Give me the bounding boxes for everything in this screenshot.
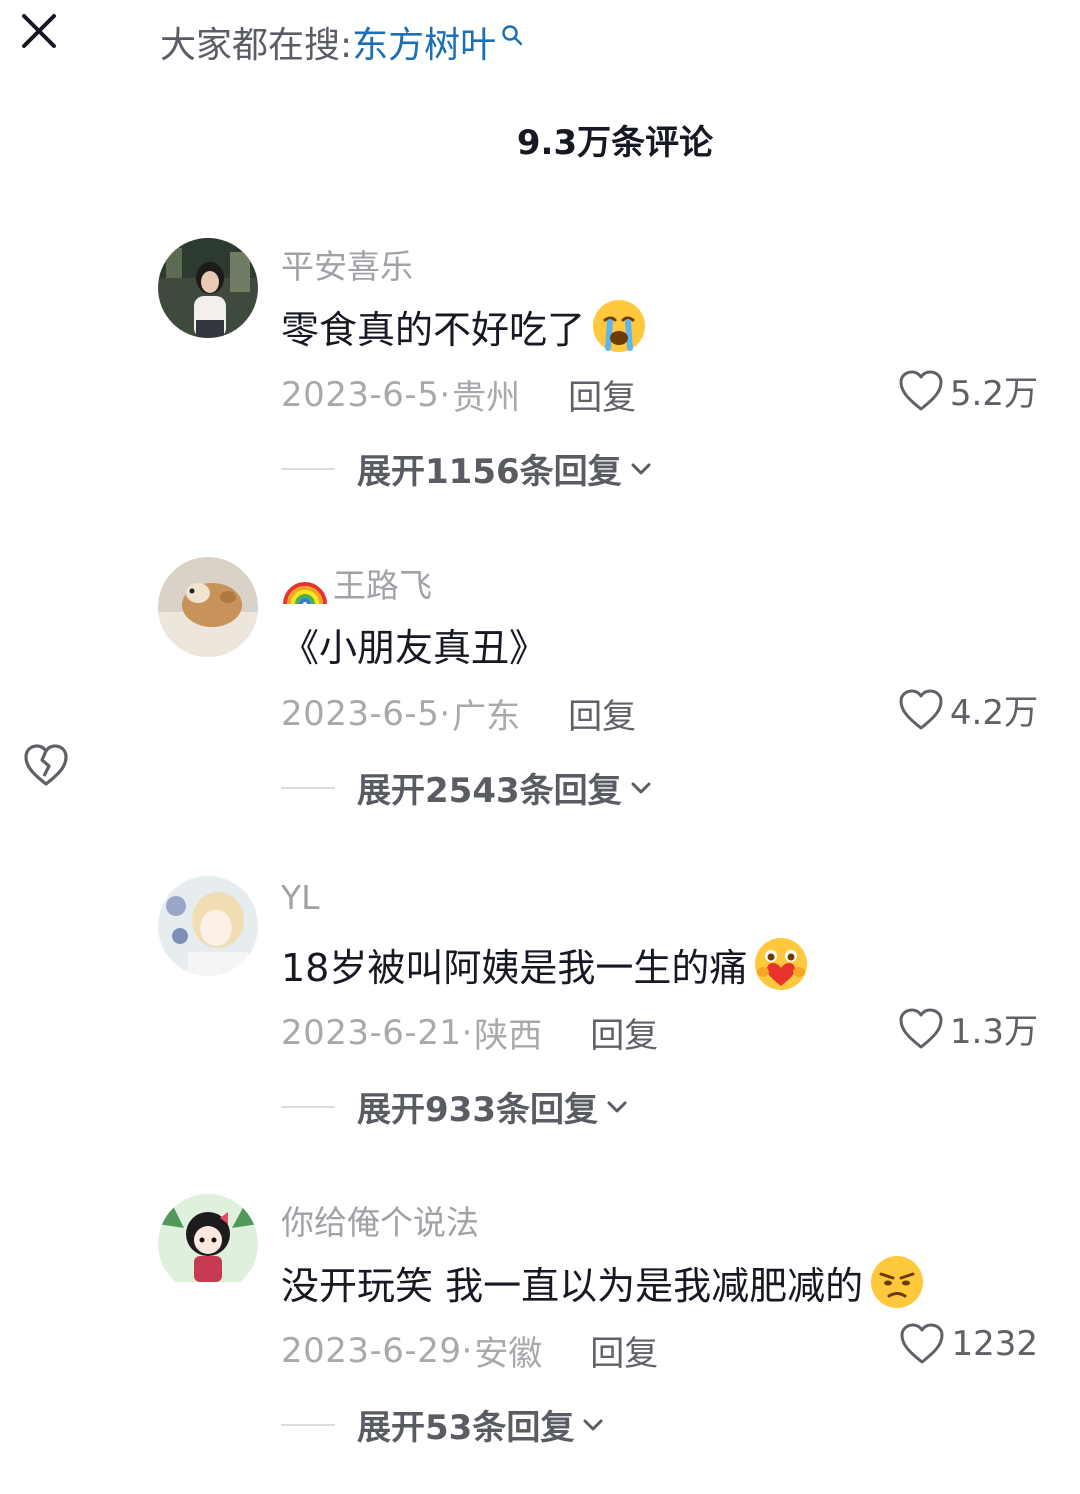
expand-replies-button[interactable]: 展开2543条回复	[281, 763, 654, 812]
search-suggestion-term[interactable]: 东方树叶	[352, 16, 496, 68]
close-button[interactable]	[18, 10, 62, 54]
heart-hug-emoji	[755, 938, 808, 990]
expand-divider	[281, 786, 335, 789]
like-button[interactable]: 4.2万	[898, 685, 1038, 734]
username[interactable]: 平安喜乐	[281, 240, 413, 288]
reply-button[interactable]: 回复	[568, 370, 636, 419]
expand-replies-button[interactable]: 展开1156条回复	[281, 444, 654, 493]
search-icon	[502, 25, 523, 46]
close-icon	[22, 14, 56, 48]
expand-replies-button[interactable]: 展开53条回复	[281, 1400, 606, 1449]
heart-icon	[899, 370, 943, 410]
reply-button[interactable]: 回复	[568, 689, 636, 738]
comment-text: 没开玩笑 我一直以为是我减肥减的	[281, 1254, 925, 1310]
heart-icon	[899, 689, 943, 729]
like-button[interactable]: 5.2万	[898, 366, 1038, 415]
expand-divider	[281, 467, 335, 470]
expand-replies-label: 展开933条回复	[357, 1090, 598, 1130]
comment-text: 18岁被叫阿姨是我一生的痛	[281, 936, 809, 992]
like-count: 1.3万	[949, 1012, 1038, 1052]
meta-separator: ·	[461, 1330, 473, 1371]
search-suggestion: 大家都在搜: 东方树叶	[160, 16, 524, 68]
expand-replies-button[interactable]: 展开933条回复	[281, 1082, 630, 1131]
comment-item: 平安喜乐 零食真的不好吃了 2023-6-5 · 贵州 回复 5.2万 展开11…	[0, 238, 1080, 538]
comment-text-content: 《小朋友真丑》	[281, 626, 548, 670]
comment-text: 《小朋友真丑》	[281, 617, 547, 672]
comment-meta: 2023-6-5 · 贵州 回复	[281, 370, 636, 419]
comment-date: 2023-6-21	[281, 1012, 462, 1053]
heart-icon	[900, 1323, 944, 1364]
avatar[interactable]	[158, 238, 258, 338]
comment-meta: 2023-6-29 · 安徽 回复	[281, 1326, 658, 1375]
chevron-down-icon	[607, 1101, 627, 1112]
username[interactable]: 你给俺个说法	[281, 1196, 479, 1244]
username[interactable]: 王路飞	[281, 559, 432, 607]
comment-location: 广东	[452, 697, 521, 737]
comment-item: 王路飞 《小朋友真丑》 2023-6-5 · 广东 回复 4.2万 展开2543…	[0, 557, 1080, 857]
crying-face-emoji	[593, 300, 646, 352]
comment-date: 2023-6-5	[281, 693, 440, 734]
like-count: 5.2万	[949, 374, 1038, 414]
chevron-down-icon	[631, 782, 651, 793]
chevron-down-icon	[631, 463, 651, 474]
comment-date: 2023-6-5	[281, 374, 440, 415]
comment-text-content: 没开玩笑 我一直以为是我减肥减的	[281, 1263, 864, 1308]
like-button[interactable]: 1.3万	[898, 1004, 1038, 1053]
comment-text: 零食真的不好吃了	[281, 298, 647, 354]
expand-replies-label: 展开1156条回复	[357, 452, 622, 492]
expand-replies-label: 展开2543条回复	[357, 771, 622, 811]
chevron-down-icon	[583, 1419, 603, 1430]
expand-replies-label: 展开53条回复	[357, 1408, 575, 1448]
comment-location: 陕西	[474, 1016, 543, 1056]
expand-divider	[281, 1423, 335, 1426]
like-count: 4.2万	[949, 693, 1038, 733]
comment-text-content: 18岁被叫阿姨是我一生的痛	[281, 945, 748, 990]
comment-location: 贵州	[452, 378, 521, 418]
like-button[interactable]: 1232	[899, 1322, 1038, 1366]
comment-item: YL 18岁被叫阿姨是我一生的痛 2023-6-21 · 陕西 回复 1.3万 …	[0, 876, 1080, 1176]
meta-separator: ·	[439, 693, 451, 734]
meta-separator: ·	[461, 1012, 473, 1053]
search-suggestion-prefix: 大家都在搜:	[160, 25, 353, 66]
username[interactable]: YL	[281, 878, 320, 917]
comment-location: 安徽	[474, 1334, 543, 1374]
reply-button[interactable]: 回复	[590, 1326, 658, 1375]
reply-button[interactable]: 回复	[590, 1008, 658, 1057]
comment-item: 你给俺个说法 没开玩笑 我一直以为是我减肥减的 2023-6-29 · 安徽 回…	[0, 1194, 1080, 1494]
heart-icon	[899, 1008, 943, 1048]
username-text: 王路飞	[333, 566, 432, 605]
meta-separator: ·	[439, 374, 451, 415]
comment-date: 2023-6-29	[281, 1330, 462, 1371]
comment-count-title: 9.3万条评论	[516, 123, 714, 163]
comment-text-content: 零食真的不好吃了	[281, 307, 586, 352]
avatar[interactable]	[158, 876, 258, 976]
avatar[interactable]	[158, 557, 258, 657]
comment-meta: 2023-6-5 · 广东 回复	[281, 689, 636, 738]
comment-meta: 2023-6-21 · 陕西 回复	[281, 1008, 658, 1057]
expand-divider	[281, 1105, 335, 1108]
avatar[interactable]	[158, 1194, 258, 1294]
rainbow-emoji	[283, 582, 327, 605]
annoyed-face-emoji	[871, 1256, 924, 1308]
like-count: 1232	[951, 1324, 1038, 1364]
